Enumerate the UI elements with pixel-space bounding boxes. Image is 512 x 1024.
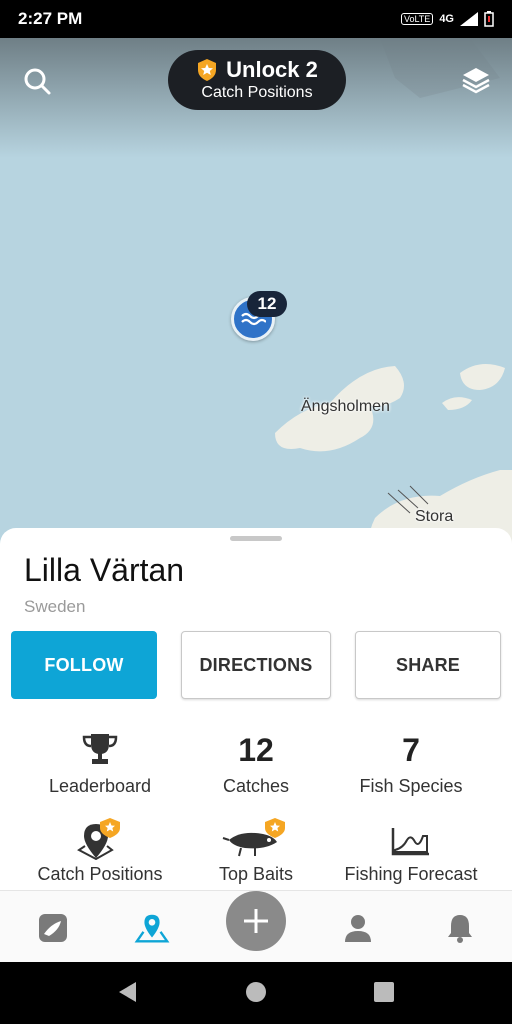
bell-icon: [448, 915, 472, 943]
top-baits-cell[interactable]: Top Baits: [171, 816, 341, 886]
leaderboard-label: Leaderboard: [48, 776, 152, 796]
catches-value: 12: [238, 732, 274, 768]
nav-notifications[interactable]: [442, 911, 478, 945]
species-label: Fish Species: [359, 776, 463, 796]
unlock-subtitle: Catch Positions: [201, 84, 313, 101]
home-icon[interactable]: [245, 980, 267, 1004]
search-button[interactable]: [18, 62, 58, 102]
location-sheet: Lilla Värtan Sweden FOLLOW DIRECTIONS SH…: [0, 528, 512, 890]
status-bar: 2:27 PM VoLTE 4G: [0, 0, 512, 38]
nav-feed[interactable]: [35, 911, 71, 945]
fishing-forecast-label: Fishing Forecast: [344, 864, 478, 884]
chart-icon: [391, 828, 429, 856]
unlock-title: Unlock 2: [226, 57, 318, 82]
map-pin-icon: [77, 818, 120, 860]
nav-profile[interactable]: [340, 911, 376, 945]
catch-positions-cell[interactable]: Catch Positions: [15, 816, 185, 886]
trophy-icon: [82, 734, 118, 764]
catch-positions-label: Catch Positions: [37, 864, 163, 884]
directions-button[interactable]: DIRECTIONS: [181, 631, 331, 699]
share-button[interactable]: SHARE: [355, 631, 501, 699]
recents-icon[interactable]: [373, 980, 395, 1004]
fish-feed-icon: [39, 914, 67, 942]
species-value: 7: [402, 732, 420, 768]
layers-button[interactable]: [456, 60, 496, 100]
sheet-handle[interactable]: [230, 536, 282, 541]
leaderboard-cell[interactable]: Leaderboard: [15, 728, 185, 803]
back-icon[interactable]: [116, 980, 140, 1004]
system-nav-bar: [0, 962, 512, 1024]
status-time: 2:27 PM: [18, 9, 83, 28]
unlock-banner[interactable]: Unlock 2 Catch Positions: [168, 50, 346, 110]
place-country: Sweden: [24, 597, 86, 616]
marker-count-badge[interactable]: 12: [247, 291, 287, 317]
search-icon: [24, 68, 51, 95]
add-catch-button[interactable]: [226, 891, 286, 951]
place-title: Lilla Värtan: [24, 552, 185, 588]
catches-cell[interactable]: 12 Catches: [171, 728, 341, 803]
person-icon: [345, 915, 371, 942]
map-label-stora: Stora: [415, 508, 454, 525]
signal-icon: [460, 12, 478, 26]
volte-icon: VoLTE: [400, 13, 434, 25]
follow-button[interactable]: FOLLOW: [11, 631, 157, 699]
fishing-forecast-cell[interactable]: Fishing Forecast: [326, 816, 496, 886]
map-pin-icon: [134, 914, 170, 943]
network-type: 4G: [439, 13, 454, 25]
fish-species-cell[interactable]: 7 Fish Species: [326, 728, 496, 803]
map-label-island: Ängsholmen: [301, 398, 390, 415]
layers-icon: [462, 68, 490, 94]
top-baits-label: Top Baits: [218, 864, 294, 884]
status-icons: VoLTE 4G: [400, 11, 494, 27]
shield-star-icon: [198, 59, 217, 81]
plus-icon: [244, 909, 268, 933]
lure-icon: [222, 818, 285, 857]
battery-icon: [484, 11, 494, 27]
bottom-nav: [0, 890, 512, 962]
nav-map[interactable]: [134, 911, 170, 945]
catches-label: Catches: [222, 776, 290, 796]
